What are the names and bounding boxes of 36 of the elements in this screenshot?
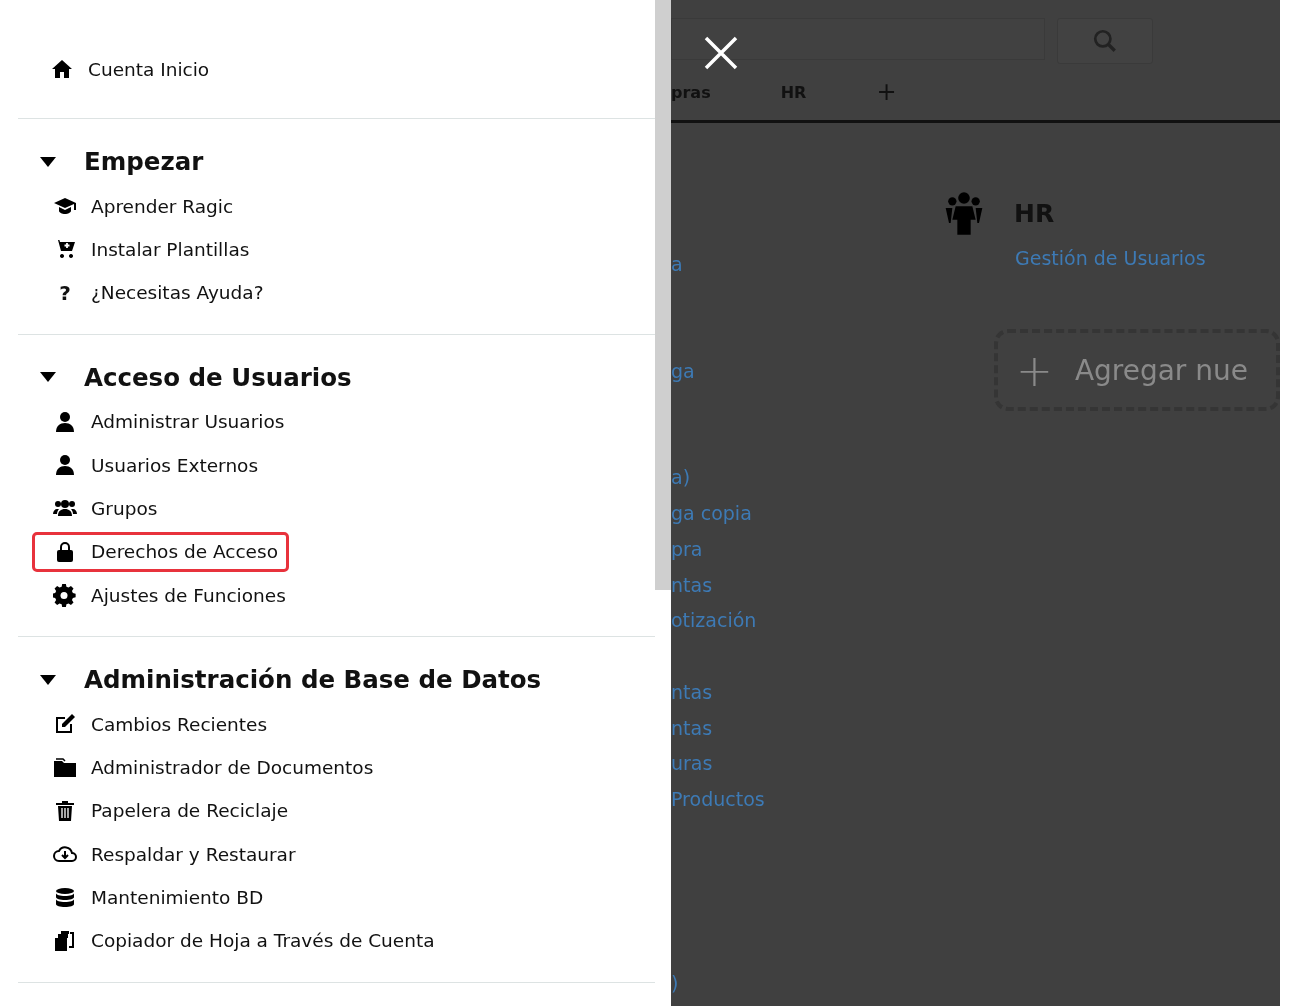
menu-item[interactable]: Grupos <box>32 488 264 529</box>
menu-item[interactable]: Instalar Plantillas <box>32 229 264 270</box>
section-header[interactable]: Empezar <box>40 147 655 176</box>
menu-item[interactable]: Papelera de Reciclaje <box>32 790 300 831</box>
close-icon[interactable] <box>704 36 738 70</box>
home-icon <box>50 57 74 81</box>
menu-item[interactable]: Aprender Ragic <box>32 186 264 226</box>
menu-item[interactable]: Derechos de Acceso <box>32 531 289 572</box>
search-icon <box>1092 28 1118 54</box>
section-header[interactable]: Acceso de Usuarios <box>40 362 655 392</box>
database-icon <box>53 885 77 910</box>
menu-item[interactable]: Administrar Usuarios <box>32 401 296 442</box>
people-icon <box>944 191 984 235</box>
caret-icon <box>40 372 56 383</box>
caret-icon <box>40 156 56 167</box>
folder-icon <box>53 755 77 780</box>
trash-icon <box>53 798 77 823</box>
menu-item[interactable]: ? ¿Necesitas Ayuda? <box>32 272 275 313</box>
user-icon <box>53 453 77 478</box>
menu-item[interactable]: Usuarios Externos <box>32 445 270 486</box>
menu-item[interactable]: Copiador de Hoja a Través de Cuenta <box>32 920 446 961</box>
menu-item[interactable]: Respaldar y Restaurar <box>32 834 307 875</box>
menu-item[interactable]: Cuenta Inicio <box>50 52 250 86</box>
menu-item[interactable]: Cambios Recientes <box>32 704 279 745</box>
gear-icon <box>53 583 77 608</box>
menu-item[interactable]: Ajustes de Funciones <box>32 575 297 616</box>
scrollbar-thumb[interactable] <box>655 0 671 590</box>
search-field[interactable] <box>671 18 1045 60</box>
section-header[interactable]: Administración de Base de Datos <box>40 665 655 695</box>
caret-icon <box>40 674 56 685</box>
menu-item[interactable]: Administrador de Documentos <box>32 747 385 788</box>
menu-item[interactable]: Mantenimiento BD <box>32 877 275 918</box>
copy-icon <box>53 928 77 953</box>
search-button[interactable] <box>1057 18 1153 64</box>
user-icon <box>53 409 77 434</box>
question-icon: ? <box>53 280 77 305</box>
